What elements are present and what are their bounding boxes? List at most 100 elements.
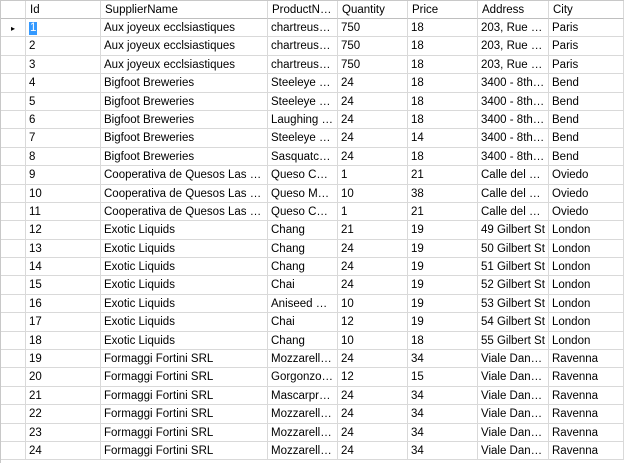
cell-address[interactable]: Viale Dante,... [478, 405, 549, 424]
cell-price[interactable]: 21 [408, 202, 478, 222]
cell-city[interactable]: Bend [549, 74, 624, 93]
cell-product-name[interactable]: Chang [268, 258, 338, 277]
cell-quantity[interactable]: 24 [338, 74, 408, 93]
cell-id[interactable]: 21 [26, 386, 101, 406]
cell-price[interactable]: 34 [408, 350, 478, 369]
cell-price[interactable]: 19 [408, 294, 478, 314]
cell-id[interactable]: 4 [26, 74, 101, 93]
cell-id[interactable]: 3 [26, 55, 101, 75]
cell-id[interactable]: 7 [26, 129, 101, 148]
cell-price[interactable]: 34 [408, 405, 478, 424]
row-header[interactable] [1, 37, 26, 56]
cell-supplier-name[interactable]: Bigfoot Breweries [101, 110, 268, 130]
cell-city[interactable]: Oviedo [549, 202, 624, 222]
cell-quantity[interactable]: 24 [338, 386, 408, 406]
row-header[interactable] [1, 313, 26, 332]
cell-price[interactable]: 18 [408, 331, 478, 351]
table-row[interactable]: 7 Bigfoot Breweries Steeleye St... 24 14 3400… [1, 129, 624, 148]
cell-city[interactable]: Bend [549, 110, 624, 130]
cell-supplier-name[interactable]: Aux joyeux ecclsiastiques [101, 37, 268, 56]
cell-price[interactable]: 18 [408, 92, 478, 111]
cell-product-name[interactable]: chartreuse v... [268, 19, 338, 38]
cell-quantity[interactable]: 24 [338, 441, 408, 461]
cell-id[interactable]: 20 [26, 368, 101, 387]
row-header[interactable] [1, 221, 26, 240]
cell-id[interactable]: 10 [26, 184, 101, 203]
row-header[interactable] [1, 350, 26, 369]
cell-address[interactable]: Calle del Ro... [478, 184, 549, 203]
cell-id[interactable]: 14 [26, 258, 101, 277]
row-header[interactable] [1, 423, 26, 442]
cell-product-name[interactable]: Steeleye St... [268, 74, 338, 93]
cell-address[interactable]: 53 Gilbert St [478, 294, 549, 314]
cell-id[interactable]: 5 [26, 92, 101, 111]
cell-price[interactable]: 19 [408, 276, 478, 295]
cell-quantity[interactable]: 10 [338, 184, 408, 203]
row-header[interactable] [1, 331, 26, 351]
cell-product-name[interactable]: Mozzarella ... [268, 350, 338, 369]
cell-city[interactable]: Paris [549, 37, 624, 56]
table-row[interactable]: 8 Bigfoot Breweries Sasquatch A... 24 18 3400… [1, 147, 624, 167]
cell-price[interactable]: 18 [408, 110, 478, 130]
cell-supplier-name[interactable]: Formaggi Fortini SRL [101, 405, 268, 424]
cell-supplier-name[interactable]: Formaggi Fortini SRL [101, 423, 268, 442]
cell-product-name[interactable]: Steeleye St... [268, 129, 338, 148]
cell-address[interactable]: Calle del Ro... [478, 166, 549, 185]
cell-id[interactable]: 1 [26, 19, 101, 38]
row-header[interactable] [1, 147, 26, 167]
cell-city[interactable]: Bend [549, 129, 624, 148]
row-header[interactable] [1, 184, 26, 203]
cell-quantity[interactable]: 24 [338, 92, 408, 111]
cell-city[interactable]: Ravenna [549, 386, 624, 406]
cell-id[interactable]: 8 [26, 147, 101, 167]
row-header[interactable] [1, 386, 26, 406]
cell-quantity[interactable]: 24 [338, 350, 408, 369]
column-header-quantity[interactable]: Quantity [338, 1, 408, 19]
cell-address[interactable]: 50 Gilbert St [478, 239, 549, 259]
row-header[interactable]: ▸ [1, 19, 26, 38]
cell-price[interactable]: 18 [408, 37, 478, 56]
cell-product-name[interactable]: Chang [268, 221, 338, 240]
cell-quantity[interactable]: 21 [338, 221, 408, 240]
cell-address[interactable]: Viale Dante,... [478, 423, 549, 442]
table-row[interactable]: 13 Exotic Liquids Chang 24 19 50 Gilbert St Lo… [1, 239, 624, 259]
table-row[interactable]: 2 Aux joyeux ecclsiastiques chartreuse v..… [1, 37, 624, 56]
cell-product-name[interactable]: Mozzarella ... [268, 405, 338, 424]
table-row[interactable]: 3 Aux joyeux ecclsiastiques chartreuse v..… [1, 55, 624, 75]
cell-supplier-name[interactable]: Bigfoot Breweries [101, 74, 268, 93]
cell-product-name[interactable]: Steeleye St... [268, 92, 338, 111]
cell-quantity[interactable]: 1 [338, 166, 408, 185]
row-header[interactable] [1, 294, 26, 314]
cell-address[interactable]: 3400 - 8th A... [478, 147, 549, 167]
cell-address[interactable]: 54 Gilbert St [478, 313, 549, 332]
cell-address[interactable]: 203, Rue de... [478, 19, 549, 38]
cell-address[interactable]: 51 Gilbert St [478, 258, 549, 277]
cell-quantity[interactable]: 24 [338, 239, 408, 259]
cell-city[interactable]: Oviedo [549, 166, 624, 185]
cell-price[interactable]: 18 [408, 19, 478, 38]
cell-supplier-name[interactable]: Exotic Liquids [101, 294, 268, 314]
cell-supplier-name[interactable]: Formaggi Fortini SRL [101, 441, 268, 461]
cell-price[interactable]: 14 [408, 129, 478, 148]
table-row[interactable]: 18 Exotic Liquids Chang 10 18 55 Gilbert St Lo… [1, 331, 624, 351]
cell-address[interactable]: 3400 - 8th A... [478, 74, 549, 93]
cell-supplier-name[interactable]: Cooperativa de Quesos Las Cabras [101, 166, 268, 185]
cell-quantity[interactable]: 24 [338, 129, 408, 148]
cell-id[interactable]: 18 [26, 331, 101, 351]
row-header[interactable] [1, 405, 26, 424]
cell-product-name[interactable]: Queso Cabr... [268, 166, 338, 185]
cell-price[interactable]: 34 [408, 386, 478, 406]
table-row[interactable]: 11Cooperativa de Quesos Las CabrasQueso … [1, 202, 624, 222]
row-header[interactable] [1, 92, 26, 111]
cell-supplier-name[interactable]: Bigfoot Breweries [101, 92, 268, 111]
cell-product-name[interactable]: chartreuse v... [268, 55, 338, 75]
cell-quantity[interactable]: 24 [338, 405, 408, 424]
cell-quantity[interactable]: 24 [338, 110, 408, 130]
column-header-supplier-name[interactable]: SupplierName [101, 1, 268, 19]
cell-supplier-name[interactable]: Exotic Liquids [101, 221, 268, 240]
cell-product-name[interactable]: Mascarpron... [268, 386, 338, 406]
row-header[interactable] [1, 258, 26, 277]
table-row[interactable]: 24 Formaggi Fortini SRL Mozzarella ... 24 34… [1, 441, 624, 461]
cell-id[interactable]: 2 [26, 37, 101, 56]
row-header[interactable] [1, 368, 26, 387]
